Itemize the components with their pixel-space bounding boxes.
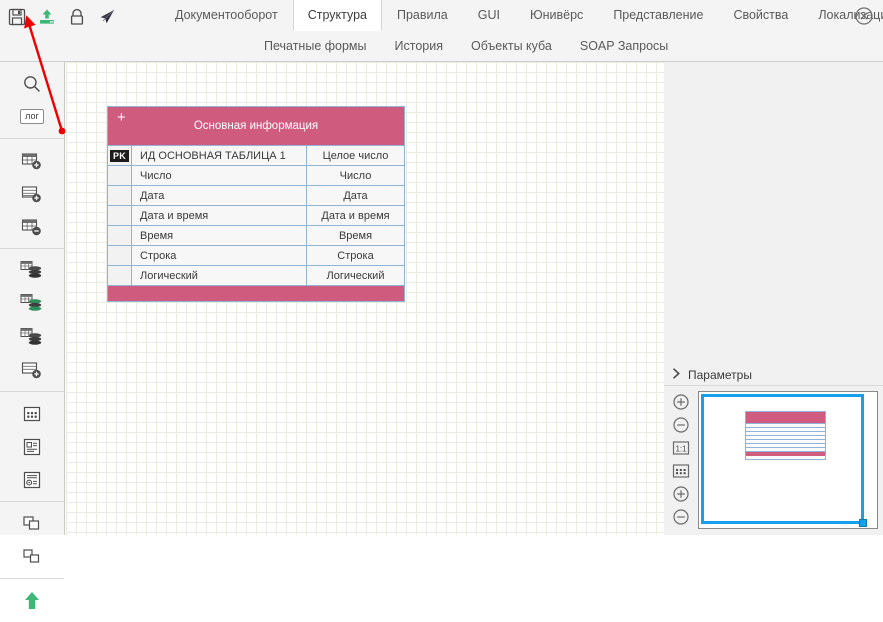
column-type: Время (307, 226, 404, 245)
database-layers-icon[interactable] (0, 287, 64, 320)
zoom-in-button[interactable] (671, 392, 691, 412)
toolbar-icon-group (6, 5, 118, 29)
column-type: Логический (307, 266, 404, 285)
entity-table-osnovnaya-informatsiya[interactable]: + Основная информация PK ИД ОСНОВНАЯ ТАБ… (107, 106, 405, 302)
fit-grid-button[interactable] (671, 461, 691, 481)
zoom-out-button[interactable] (671, 415, 691, 435)
column-type: Дата и время (307, 206, 404, 225)
database-stack-icon[interactable] (0, 254, 64, 287)
sidebar-group-table-ops (0, 139, 64, 249)
entity-header[interactable]: + Основная информация (108, 107, 404, 145)
sidebar-group-upload (0, 579, 64, 622)
copy-shapes-alt-icon[interactable] (0, 540, 64, 573)
menu-item-istoriya[interactable]: История (381, 39, 457, 53)
table-row[interactable]: Число Число (108, 165, 404, 185)
row-key-cell (108, 246, 132, 265)
left-sidebar: лог (0, 62, 65, 609)
table-row[interactable]: Время Время (108, 225, 404, 245)
minimap-resize-handle[interactable] (859, 519, 867, 527)
menu-item-pechatnye-formy[interactable]: Печатные формы (250, 39, 381, 53)
column-name: Дата (132, 186, 307, 205)
document-settings-icon[interactable] (0, 463, 64, 496)
column-name: ИД ОСНОВНАЯ ТАБЛИЦА 1 (132, 146, 307, 165)
document-icon[interactable] (0, 430, 64, 463)
secondary-menu: Печатные формы История Объекты куба SOAP… (250, 34, 682, 58)
column-name: Время (132, 226, 307, 245)
menu-item-gui[interactable]: GUI (463, 0, 515, 31)
menu-item-obyekty-kuba[interactable]: Объекты куба (457, 39, 566, 53)
svg-text:1:1: 1:1 (675, 444, 687, 453)
minimap[interactable] (698, 391, 878, 529)
menu-item-documentooborot[interactable]: Документооборот (160, 0, 293, 31)
params-panel-header[interactable]: Параметры (664, 365, 883, 386)
row-key-cell (108, 226, 132, 245)
close-circle-icon[interactable] (854, 6, 874, 26)
pk-badge: PK (109, 149, 130, 162)
column-name: Логический (132, 266, 307, 285)
add-view-icon[interactable] (0, 177, 64, 210)
save-icon[interactable] (6, 6, 28, 28)
column-name: Число (132, 166, 307, 185)
top-bar: Документооборот Структура Правила GUI Юн… (0, 0, 883, 62)
database-table-icon[interactable] (0, 320, 64, 353)
row-key-cell (108, 266, 132, 285)
upload-icon[interactable] (36, 6, 58, 28)
menu-item-struktura[interactable]: Структура (292, 0, 382, 31)
entity-footer (108, 285, 404, 301)
chevron-right-icon[interactable] (672, 368, 681, 382)
diagram-canvas[interactable]: + Основная информация PK ИД ОСНОВНАЯ ТАБ… (66, 62, 664, 535)
table-row[interactable]: Дата Дата (108, 185, 404, 205)
zoom-in-alt-button[interactable] (671, 484, 691, 504)
column-type: Целое число (307, 146, 404, 165)
minimap-container: 1:1 (664, 386, 883, 535)
add-database-icon[interactable] (0, 353, 64, 386)
remove-table-icon[interactable] (0, 210, 64, 243)
add-table-icon[interactable] (0, 144, 64, 177)
log-button-label: лог (20, 109, 44, 124)
copy-shapes-icon[interactable] (0, 507, 64, 540)
menu-item-pravila[interactable]: Правила (382, 0, 463, 31)
table-row[interactable]: Строка Строка (108, 245, 404, 265)
sidebar-group-database (0, 249, 64, 392)
lock-icon[interactable] (66, 6, 88, 28)
menu-item-predstavlenie[interactable]: Представление (598, 0, 718, 31)
row-key-cell (108, 166, 132, 185)
right-panel: Параметры 1:1 (664, 62, 883, 535)
primary-menu: Документооборот Структура Правила GUI Юн… (160, 0, 883, 31)
green-up-arrow-icon[interactable] (0, 584, 64, 617)
column-type: Число (307, 166, 404, 185)
zoom-out-alt-button[interactable] (671, 507, 691, 527)
sidebar-group-documents (0, 392, 64, 502)
column-type: Строка (307, 246, 404, 265)
menu-item-univers[interactable]: Юнивёрс (515, 0, 598, 31)
send-icon[interactable] (96, 6, 118, 28)
log-button[interactable]: лог (0, 100, 64, 133)
zoom-reset-button[interactable]: 1:1 (671, 438, 691, 458)
sidebar-group-search: лог (0, 62, 64, 139)
column-name: Строка (132, 246, 307, 265)
column-type: Дата (307, 186, 404, 205)
menu-item-soap-zaprosy[interactable]: SOAP Запросы (566, 39, 682, 53)
row-key-cell: PK (108, 146, 132, 165)
table-row[interactable]: PK ИД ОСНОВНАЯ ТАБЛИЦА 1 Целое число (108, 145, 404, 165)
row-key-cell (108, 206, 132, 225)
grid-icon[interactable] (0, 397, 64, 430)
params-panel-title: Параметры (688, 368, 752, 382)
search-icon[interactable] (0, 67, 64, 100)
sidebar-group-shapes (0, 502, 64, 579)
column-name: Дата и время (132, 206, 307, 225)
menu-item-svoystva[interactable]: Свойства (718, 0, 803, 31)
row-key-cell (108, 186, 132, 205)
minimap-entity-thumbnail (745, 411, 826, 460)
table-row[interactable]: Логический Логический (108, 265, 404, 285)
table-row[interactable]: Дата и время Дата и время (108, 205, 404, 225)
entity-title: Основная информация (193, 120, 319, 132)
minimap-toolbar: 1:1 (664, 386, 697, 535)
